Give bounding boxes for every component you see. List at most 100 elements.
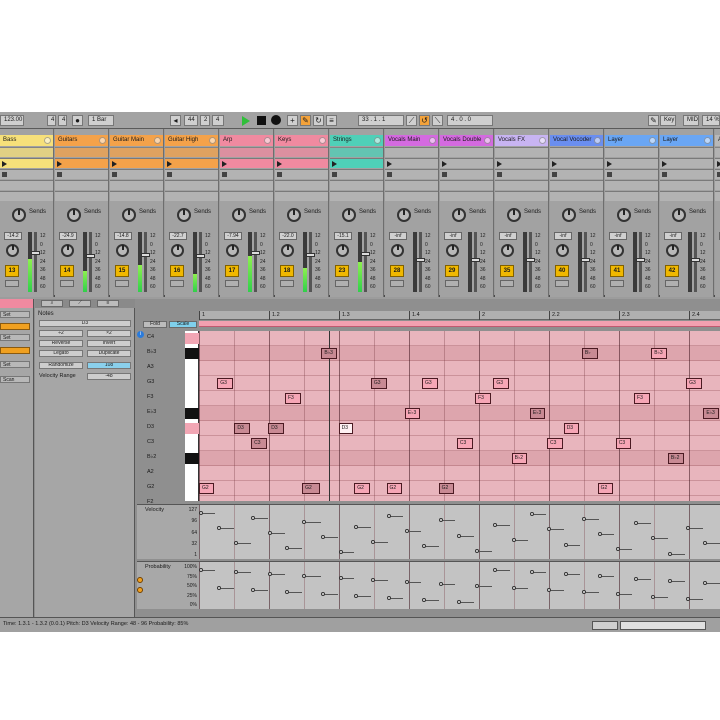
volume-fader[interactable] bbox=[31, 232, 40, 292]
track-fold-icon[interactable] bbox=[44, 137, 51, 144]
loop-switch-icon[interactable]: ↺ bbox=[419, 115, 430, 126]
pan-knob[interactable] bbox=[391, 244, 404, 257]
midi-note[interactable]: G3 bbox=[686, 378, 702, 389]
midi-note[interactable]: E♭3 bbox=[404, 408, 421, 419]
midi-note[interactable]: G3 bbox=[370, 378, 387, 389]
midi-note[interactable]: C3 bbox=[615, 438, 632, 449]
clip-slot[interactable] bbox=[605, 158, 658, 168]
solo-button[interactable] bbox=[665, 280, 679, 287]
clip-slot[interactable] bbox=[220, 180, 273, 190]
track-fold-icon[interactable] bbox=[374, 137, 381, 144]
fader-cap[interactable] bbox=[306, 253, 315, 258]
clip-stop-icon[interactable] bbox=[497, 172, 502, 177]
clip-slot[interactable] bbox=[660, 191, 713, 201]
value-handle[interactable] bbox=[493, 522, 498, 527]
left-strip-item-3[interactable]: Set bbox=[0, 361, 30, 368]
send-knob[interactable] bbox=[672, 208, 686, 222]
track-activator[interactable]: 41 bbox=[610, 265, 624, 277]
fader-cap[interactable] bbox=[361, 252, 370, 256]
time-sig-denominator[interactable]: 4 bbox=[58, 115, 67, 126]
value-handle[interactable] bbox=[667, 578, 672, 583]
piano-key-highlight[interactable] bbox=[185, 333, 199, 344]
key-map-button[interactable]: Key bbox=[660, 115, 676, 126]
solo-button[interactable] bbox=[60, 280, 74, 287]
clip-stop-icon[interactable] bbox=[607, 172, 612, 177]
clip-slot[interactable] bbox=[55, 191, 108, 201]
volume-value[interactable]: -14.8 bbox=[114, 232, 132, 240]
send-knob[interactable] bbox=[342, 208, 356, 222]
clip-slot[interactable] bbox=[110, 180, 163, 190]
clip-slot[interactable] bbox=[330, 180, 383, 190]
track-activator[interactable]: 29 bbox=[445, 265, 459, 277]
clip-slot[interactable] bbox=[550, 169, 603, 179]
clip-slot[interactable] bbox=[495, 191, 548, 201]
value-handle[interactable] bbox=[563, 572, 568, 577]
clip-slot[interactable] bbox=[330, 191, 383, 201]
fader-cap[interactable] bbox=[86, 253, 95, 258]
value-handle[interactable] bbox=[547, 588, 552, 593]
clip-slot[interactable] bbox=[440, 147, 493, 157]
reverse-button[interactable]: Reverse bbox=[39, 340, 83, 347]
clip-play-icon[interactable] bbox=[387, 161, 392, 167]
invert-button[interactable]: Invert bbox=[87, 340, 131, 347]
piano-key-black[interactable] bbox=[185, 453, 199, 464]
arrangement-back-icon[interactable]: ◂ bbox=[170, 115, 181, 126]
pan-knob[interactable] bbox=[281, 244, 294, 257]
midi-note[interactable]: D3 bbox=[563, 423, 580, 434]
volume-value[interactable]: -14.2 bbox=[4, 232, 22, 240]
fader-cap[interactable] bbox=[471, 258, 480, 262]
track-fold-icon[interactable] bbox=[594, 137, 601, 144]
position-beat[interactable]: 2 bbox=[200, 115, 210, 126]
value-handle[interactable] bbox=[563, 542, 568, 547]
clip-slot[interactable] bbox=[165, 191, 218, 201]
midi-note[interactable]: F3 bbox=[634, 393, 650, 404]
left-strip-item-4[interactable]: Scan bbox=[0, 376, 30, 383]
legato-button[interactable]: Legato bbox=[39, 350, 83, 357]
clip-slot[interactable] bbox=[165, 169, 218, 179]
solo-button[interactable] bbox=[225, 280, 239, 287]
clip-slot[interactable] bbox=[440, 158, 493, 168]
value-handle[interactable] bbox=[251, 515, 256, 520]
value-handle[interactable] bbox=[354, 594, 359, 599]
midi-note[interactable]: B♭ bbox=[581, 348, 598, 359]
value-handle[interactable] bbox=[217, 586, 222, 591]
clip-slot[interactable] bbox=[605, 180, 658, 190]
clip-stop-icon[interactable] bbox=[277, 172, 282, 177]
volume-fader[interactable] bbox=[306, 232, 315, 292]
pan-knob[interactable] bbox=[6, 244, 19, 257]
track-activator[interactable]: 35 bbox=[500, 265, 514, 277]
fader-cap[interactable] bbox=[526, 258, 535, 262]
midi-note[interactable]: G2 bbox=[354, 483, 370, 494]
value-handle[interactable] bbox=[634, 521, 639, 526]
track-fold-icon[interactable] bbox=[99, 137, 106, 144]
scale-button[interactable]: Scale bbox=[169, 321, 197, 328]
loop-length-field[interactable]: 4 . 0 . 0 bbox=[447, 115, 493, 126]
stop-icon[interactable] bbox=[257, 116, 266, 125]
volume-value[interactable]: -inf bbox=[389, 232, 407, 240]
midi-note[interactable]: G3 bbox=[493, 378, 509, 389]
clip-slot[interactable] bbox=[275, 147, 328, 157]
pan-knob[interactable] bbox=[556, 244, 569, 257]
pan-knob[interactable] bbox=[446, 244, 459, 257]
value-handle[interactable] bbox=[529, 570, 534, 575]
volume-value[interactable]: -22.7 bbox=[169, 232, 187, 240]
clip-slot[interactable] bbox=[385, 180, 438, 190]
value-handle[interactable] bbox=[321, 535, 326, 540]
probability-lane[interactable] bbox=[199, 561, 720, 609]
clip-slot[interactable] bbox=[495, 147, 548, 157]
piano-keyboard[interactable] bbox=[185, 331, 199, 501]
automation-arm-icon[interactable]: ✎ bbox=[300, 115, 311, 126]
track-activator[interactable]: 18 bbox=[280, 265, 294, 277]
midi-note[interactable]: G2 bbox=[302, 483, 321, 494]
clip-slot[interactable] bbox=[110, 158, 163, 168]
clip-stop-icon[interactable] bbox=[332, 172, 337, 177]
warp-button[interactable] bbox=[0, 347, 30, 354]
midi-note[interactable]: D3 bbox=[268, 423, 284, 434]
clip-slot[interactable] bbox=[660, 158, 713, 168]
tab-settings-icon[interactable]: ≡ bbox=[97, 300, 119, 307]
volume-fader[interactable] bbox=[691, 232, 700, 292]
volume-value[interactable]: -inf bbox=[554, 232, 572, 240]
value-handle[interactable] bbox=[597, 531, 602, 536]
volume-value[interactable]: -inf bbox=[499, 232, 517, 240]
midi-note[interactable]: G3 bbox=[421, 378, 438, 389]
